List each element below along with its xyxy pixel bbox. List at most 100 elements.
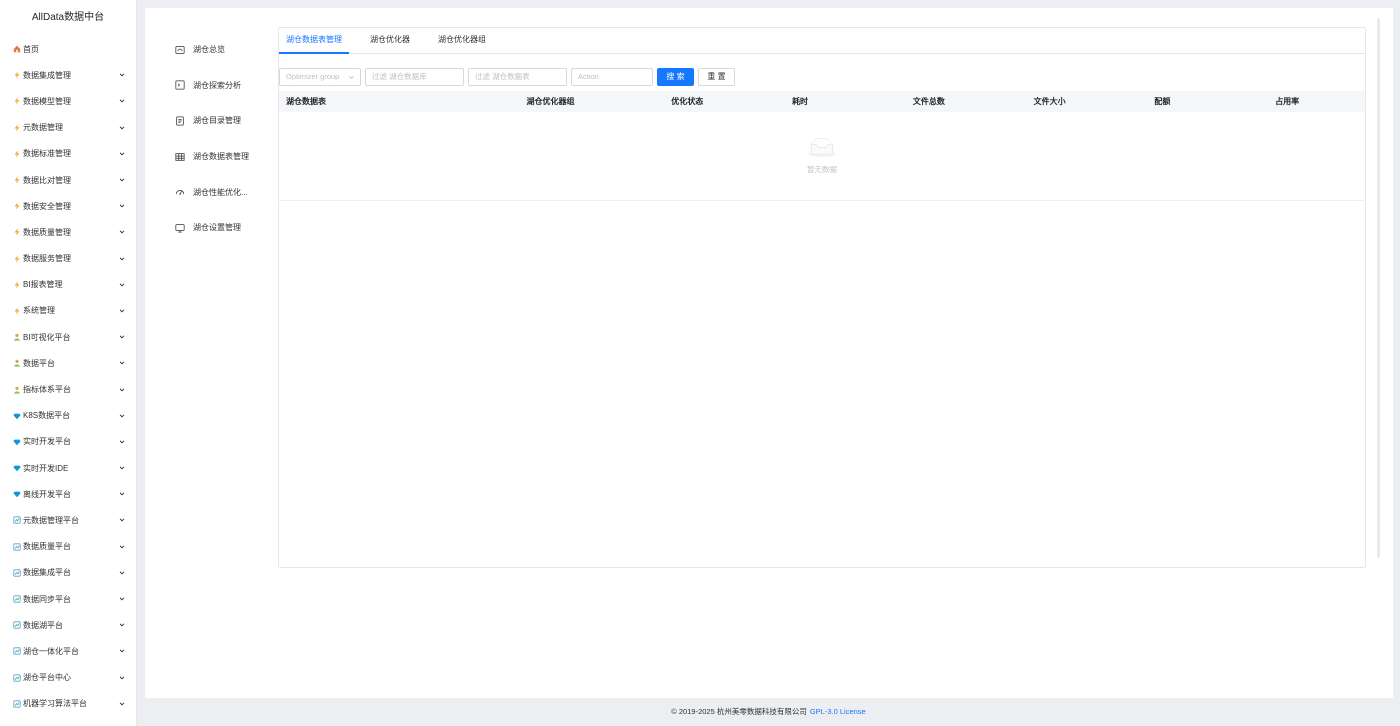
lightning-icon xyxy=(13,228,21,237)
document-icon xyxy=(175,116,185,126)
submenu-item[interactable]: 湖仓设置管理 xyxy=(169,210,269,246)
sidebar-item[interactable]: 数据同步平台 xyxy=(0,586,136,612)
sidebar-item[interactable]: 元数据管理 xyxy=(0,115,136,141)
sidebar-item[interactable]: 数据模型管理 xyxy=(0,88,136,114)
chart-icon xyxy=(13,595,21,603)
sidebar-item-label: 数据比对管理 xyxy=(23,175,71,185)
monitor-icon xyxy=(175,223,185,233)
sidebar-item-label: 数据质量管理 xyxy=(23,227,71,237)
main-scrollbar[interactable] xyxy=(1377,18,1380,558)
search-button[interactable]: 搜 索 xyxy=(657,67,694,86)
chevron-down-icon xyxy=(118,228,126,236)
sidebar-item[interactable]: 数据集成平台 xyxy=(0,560,136,586)
sidebar-item[interactable]: 元数据管理平台 xyxy=(0,507,136,533)
tab[interactable]: 湖仓优化器组 xyxy=(431,28,493,53)
lightning-icon xyxy=(13,254,21,263)
submenu-item-label: 湖仓性能优化... xyxy=(193,187,248,197)
submenu-item[interactable]: 湖仓目录管理 xyxy=(169,103,269,139)
database-filter-input[interactable] xyxy=(365,67,464,86)
chevron-down-icon xyxy=(118,464,126,472)
action-filter-input[interactable] xyxy=(571,67,653,86)
chart-icon xyxy=(13,569,21,577)
column-header[interactable]: 文件大小 xyxy=(1027,96,1148,107)
sidebar-item[interactable]: 离线开发平台 xyxy=(0,481,136,507)
empty-inbox-icon xyxy=(807,137,837,161)
sidebar-item[interactable]: 数据平台 xyxy=(0,350,136,376)
tab[interactable]: 湖仓数据表管理 xyxy=(279,28,349,54)
sidebar-item[interactable]: 湖仓平台中心 xyxy=(0,665,136,691)
home-icon xyxy=(13,45,21,53)
tab[interactable]: 湖仓优化器 xyxy=(363,28,417,53)
lightning-icon xyxy=(13,150,21,158)
lightning-icon xyxy=(13,307,21,315)
chevron-down-icon xyxy=(118,124,126,132)
chevron-down-icon xyxy=(118,569,126,577)
sidebar-item[interactable]: 湖仓一体化平台 xyxy=(0,638,136,664)
sidebar-item-label: 元数据管理平台 xyxy=(23,515,79,525)
chevron-down-icon xyxy=(118,438,126,446)
sidebar-item-label: BI可视化平台 xyxy=(23,332,71,342)
column-header[interactable]: 优化状态 xyxy=(664,96,785,107)
sidebar-item-label: BI报表管理 xyxy=(23,280,63,290)
submenu-item-label: 湖仓数据表管理 xyxy=(193,152,249,162)
column-header[interactable]: 耗时 xyxy=(785,96,906,107)
column-header[interactable]: 占用率 xyxy=(1268,96,1365,107)
sidebar-item[interactable]: 数据比对管理 xyxy=(0,167,136,193)
sidebar-item[interactable]: 数据质量管理 xyxy=(0,219,136,245)
chevron-down-icon xyxy=(118,307,126,315)
sidebar-item[interactable]: 数据湖平台 xyxy=(0,612,136,638)
column-header[interactable]: 湖仓优化器组 xyxy=(520,96,665,107)
submenu-item[interactable]: 湖仓性能优化... xyxy=(169,174,269,210)
chevron-down-icon xyxy=(118,97,126,105)
sidebar-item-label: 数据安全管理 xyxy=(23,201,71,211)
sidebar-item-label: 实时开发平台 xyxy=(23,437,71,447)
main-panel: 湖仓总览 湖仓探索分析 湖仓目录管理 湖仓数据表管理 湖仓性能优化... 湖仓设置管理 湖… xyxy=(145,8,1393,698)
chevron-down-icon xyxy=(118,412,126,420)
chevron-down-icon xyxy=(118,647,126,655)
sidebar-item[interactable]: 系统管理 xyxy=(0,298,136,324)
sidebar-item[interactable]: 数据服务管理 xyxy=(0,246,136,272)
sidebar-item[interactable]: 指标体系平台 xyxy=(0,376,136,402)
sidebar-item[interactable]: 数据质量平台 xyxy=(0,534,136,560)
diamond-icon xyxy=(13,412,21,420)
sidebar-item-label: K8S数据平台 xyxy=(23,411,71,421)
table-icon xyxy=(175,152,185,162)
sidebar-menu: 首页 数据集成管理 数据模型管理 元数据管理 数据标准管理数据比对管理 数据安全管理 数据质… xyxy=(0,36,136,717)
sidebar-item-label: 湖仓一体化平台 xyxy=(23,646,79,656)
submenu-item[interactable]: 湖仓探索分析 xyxy=(169,68,269,104)
sidebar-item[interactable]: BI报表管理 xyxy=(0,272,136,298)
submenu-item-label: 湖仓总览 xyxy=(193,45,225,55)
sidebar-item[interactable]: 首页 xyxy=(0,36,136,62)
lakehouse-submenu: 湖仓总览湖仓探索分析 湖仓目录管理湖仓数据表管理 湖仓性能优化... 湖仓设置管理 xyxy=(169,32,269,246)
sidebar-item[interactable]: 数据安全管理 xyxy=(0,193,136,219)
license-link[interactable]: GPL-3.0 License xyxy=(810,707,866,716)
dashboard-icon xyxy=(175,45,185,55)
sidebar-item[interactable]: 数据集成管理 xyxy=(0,62,136,88)
empty-state: 暂无数据 xyxy=(279,112,1365,201)
sidebar-item-label: 数据平台 xyxy=(23,358,55,368)
footer: © 2019-2025 杭州美零数据科技有限公司 GPL-3.0 License xyxy=(137,702,1400,722)
optimizer-group-select[interactable]: Optimizer group xyxy=(279,67,361,86)
sidebar-item[interactable]: 实时开发IDE xyxy=(0,455,136,481)
column-header[interactable]: 湖仓数据表 xyxy=(279,96,520,107)
chevron-down-icon xyxy=(118,516,126,524)
submenu-item[interactable]: 湖仓数据表管理 xyxy=(169,139,269,175)
column-header[interactable]: 文件总数 xyxy=(906,96,1027,107)
table-filter-input[interactable] xyxy=(468,67,567,86)
lightning-icon xyxy=(13,97,21,106)
sidebar-item-label: 数据质量平台 xyxy=(23,542,71,552)
sidebar-item[interactable]: 数据标准管理 xyxy=(0,141,136,167)
copyright-text: © 2019-2025 杭州美零数据科技有限公司 xyxy=(671,707,807,716)
sidebar-item[interactable]: BI可视化平台 xyxy=(0,324,136,350)
sidebar-item[interactable]: 实时开发平台 xyxy=(0,429,136,455)
column-header[interactable]: 配额 xyxy=(1147,96,1268,107)
sidebar-item[interactable]: 机器学习算法平台 xyxy=(0,691,136,717)
reset-button[interactable]: 重 置 xyxy=(698,67,735,86)
chevron-down-icon xyxy=(118,595,126,603)
chevron-down-icon xyxy=(118,621,126,629)
sidebar-item-label: 指标体系平台 xyxy=(23,385,71,395)
submenu-item[interactable]: 湖仓总览 xyxy=(169,32,269,68)
chart-icon xyxy=(13,700,21,708)
sidebar-item[interactable]: K8S数据平台 xyxy=(0,403,136,429)
chart-icon xyxy=(13,673,21,682)
